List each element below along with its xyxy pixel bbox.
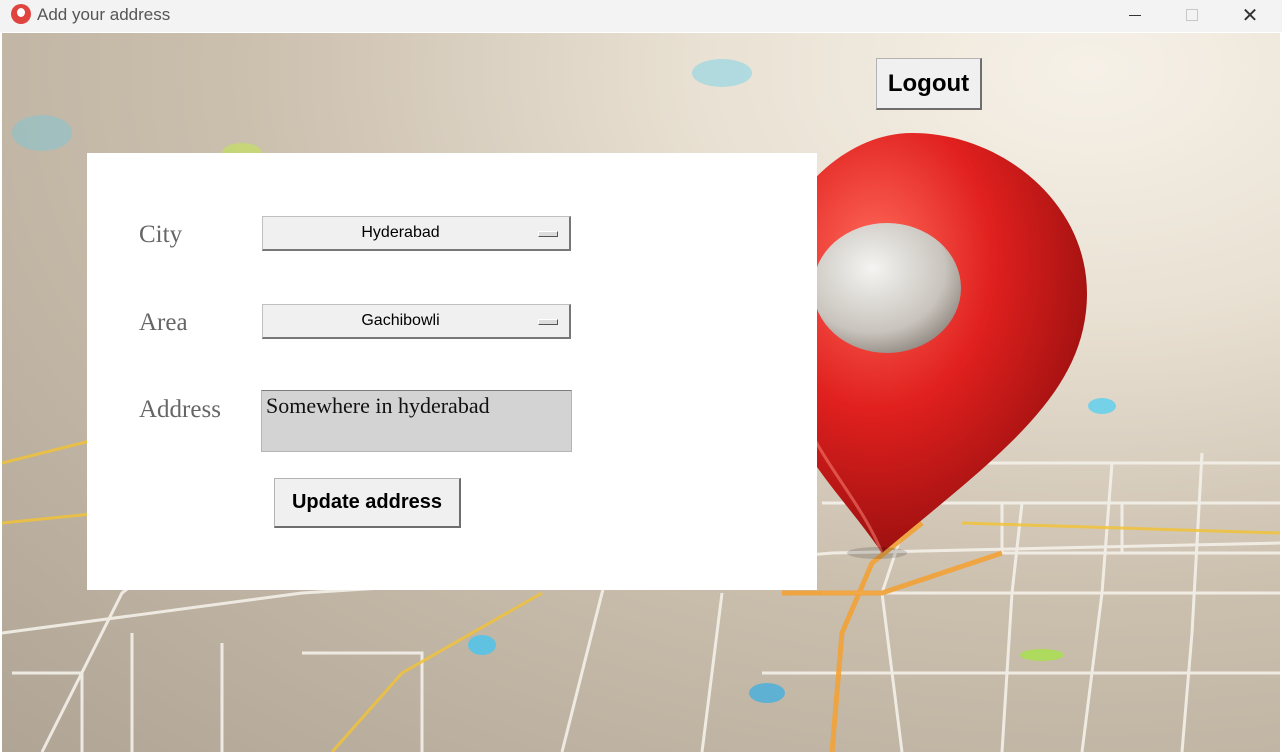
minimize-button[interactable] (1106, 0, 1164, 30)
maximize-icon (1186, 9, 1198, 21)
area-label: Area (139, 309, 188, 336)
dropdown-indicator-icon (538, 231, 558, 237)
logout-button[interactable]: Logout (876, 58, 982, 110)
window-title: Add your address (37, 5, 171, 24)
address-form-panel: City Hyderabad Area Gachibowli Address S… (87, 153, 817, 590)
area-dropdown-value: Gachibowli (361, 312, 440, 329)
area-dropdown[interactable]: Gachibowli (262, 304, 571, 339)
address-label: Address (139, 396, 221, 423)
city-dropdown[interactable]: Hyderabad (262, 216, 571, 251)
close-icon: ✕ (1241, 3, 1259, 27)
update-address-button[interactable]: Update address (274, 478, 461, 528)
dropdown-indicator-icon (538, 319, 558, 325)
city-dropdown-value: Hyderabad (361, 224, 440, 241)
title-bar: Add your address ✕ (0, 0, 1282, 32)
close-button[interactable]: ✕ (1221, 0, 1279, 30)
minimize-icon (1129, 14, 1141, 16)
maximize-button[interactable] (1163, 0, 1221, 30)
app-icon (11, 4, 31, 24)
city-label: City (139, 221, 183, 248)
address-input[interactable]: Somewhere in hyderabad (261, 390, 572, 452)
